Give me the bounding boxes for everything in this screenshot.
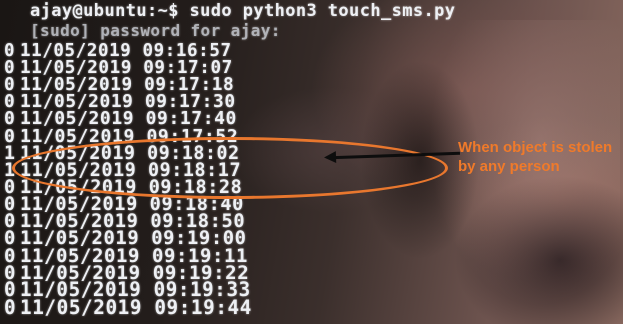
shell-prompt: ajay@ubuntu:~$ [30,1,179,21]
log-row-date: 11/05/2019 [20,295,143,319]
log-row-time: 09:19:44 [154,295,252,319]
log-row-flag: 0 [4,295,17,319]
photo-of-terminal-screen: ajay@ubuntu:~$ sudo python3 touch_sms.py… [0,0,623,324]
sudo-password-prompt: [sudo] password for ajay: [30,21,281,40]
highlight-ellipse [12,137,448,199]
log-row: 0 11/05/2019 09:19:44 [4,295,252,319]
command-text: sudo python3 touch_sms.py [189,1,456,21]
command-line: ajay@ubuntu:~$ sudo python3 touch_sms.py [30,2,455,20]
annotation-label: When object is stolen by any person [458,139,613,175]
